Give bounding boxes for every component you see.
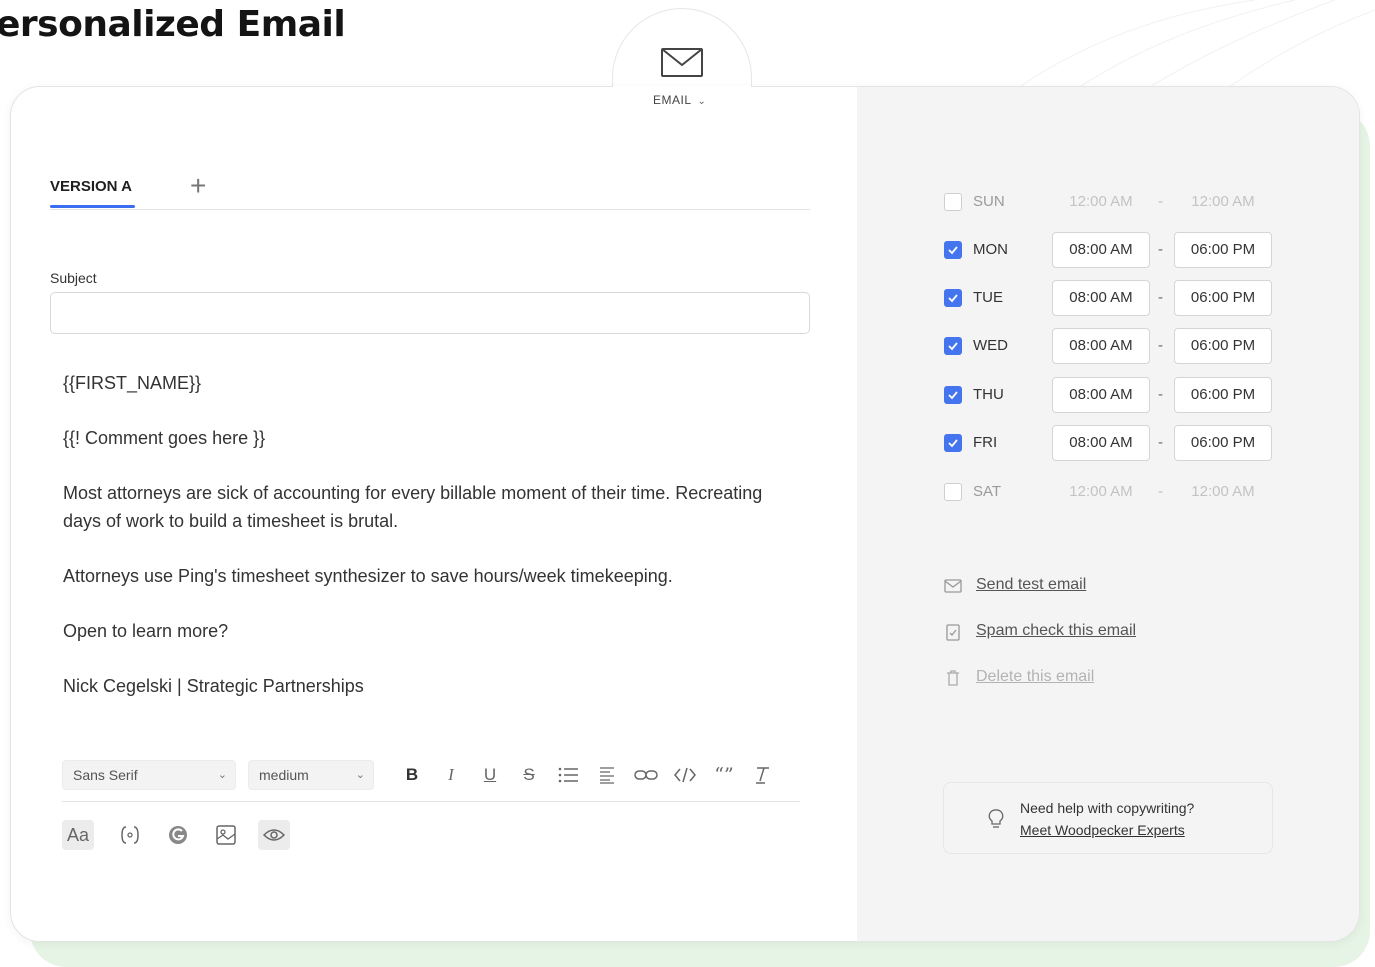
day-label-mon: MON [973, 241, 1008, 258]
day-checkbox-thu[interactable] [944, 386, 962, 404]
time-separator: - [1158, 289, 1163, 306]
channel-label: EMAIL [653, 93, 692, 107]
help-text: Need help with copywriting? [1020, 800, 1195, 816]
day-label-fri: FRI [973, 434, 998, 451]
time-separator: - [1158, 193, 1163, 210]
time-to-thu[interactable]: 06:00 PM [1174, 377, 1272, 413]
meet-experts-link[interactable]: Meet Woodpecker Experts [1020, 822, 1185, 838]
font-case-button[interactable]: Aa [62, 820, 94, 850]
day-checkbox-wed[interactable] [944, 337, 962, 355]
body-line-first-name[interactable]: {{FIRST_NAME}} [63, 370, 201, 397]
channel-dropdown[interactable]: EMAIL ⌄ [653, 93, 706, 107]
day-label-tue: TUE [973, 289, 1003, 306]
day-label-wed: WED [973, 337, 1008, 354]
add-version-icon[interactable]: + [190, 172, 206, 200]
underline-button[interactable]: U [477, 762, 503, 788]
font-size-select[interactable]: medium ⌄ [248, 760, 374, 790]
quote-icon[interactable]: “” [711, 762, 737, 788]
day-checkbox-mon[interactable] [944, 241, 962, 259]
day-label-thu: THU [973, 386, 1004, 403]
italic-button[interactable]: I [438, 762, 464, 788]
time-separator: - [1158, 241, 1163, 258]
schedule-row-mon: MON 08:00 AM - 06:00 PM [944, 232, 1274, 268]
code-icon[interactable] [672, 762, 698, 788]
time-to-wed[interactable]: 06:00 PM [1174, 328, 1272, 364]
lightbulb-icon [988, 809, 1004, 828]
tab-version-a[interactable]: VERSION A [50, 178, 132, 195]
chevron-down-icon: ⌄ [697, 96, 707, 107]
time-separator: - [1158, 337, 1163, 354]
channel-tab-join [613, 86, 751, 90]
time-to-sat: 12:00 AM [1191, 483, 1255, 500]
variables-icon[interactable] [114, 820, 146, 850]
align-left-icon[interactable] [594, 762, 620, 788]
font-size-value: medium [259, 767, 309, 783]
body-line-paragraph-2[interactable]: Attorneys use Ping's timesheet synthesiz… [63, 563, 673, 590]
clipboard-check-icon [946, 624, 960, 641]
time-to-sun: 12:00 AM [1191, 193, 1255, 210]
day-checkbox-fri[interactable] [944, 434, 962, 452]
help-card: Need help with copywriting? Meet Woodpec… [943, 782, 1273, 854]
day-checkbox-sat[interactable] [944, 483, 962, 501]
trash-icon [947, 670, 959, 686]
bullet-list-icon[interactable] [555, 762, 581, 788]
font-family-select[interactable]: Sans Serif ⌄ [62, 760, 236, 790]
active-tab-indicator [50, 205, 135, 208]
subject-input[interactable] [50, 292, 810, 334]
time-to-mon[interactable]: 06:00 PM [1174, 232, 1272, 268]
body-line-paragraph-1[interactable]: Most attorneys are sick of accounting fo… [63, 480, 762, 507]
font-family-value: Sans Serif [73, 767, 138, 783]
time-separator: - [1158, 434, 1163, 451]
time-from-sat: 12:00 AM [1069, 483, 1133, 500]
schedule-row-sat: SAT 12:00 AM - 12:00 AM [944, 474, 1264, 510]
body-line-paragraph-1b[interactable]: days of work to build a timesheet is bru… [63, 508, 398, 535]
schedule-row-tue: TUE 08:00 AM - 06:00 PM [944, 280, 1274, 316]
page: ersonalized Email EMAIL ⌄ VERSION A + Sub… [0, 0, 1375, 967]
spam-check-link[interactable]: Spam check this email [944, 621, 1174, 643]
time-from-thu[interactable]: 08:00 AM [1052, 377, 1150, 413]
delete-email-link[interactable]: Delete this email [944, 667, 1124, 689]
time-separator: - [1158, 386, 1163, 403]
time-from-tue[interactable]: 08:00 AM [1052, 280, 1150, 316]
toolbar-divider [62, 801, 800, 802]
send-test-email-label: Send test email [976, 576, 1087, 593]
time-to-fri[interactable]: 06:00 PM [1174, 425, 1272, 461]
schedule-row-fri: FRI 08:00 AM - 06:00 PM [944, 425, 1274, 461]
send-test-email-link[interactable]: Send test email [944, 575, 1124, 597]
day-checkbox-sun[interactable] [944, 193, 962, 211]
page-title: ersonalized Email [0, 4, 346, 45]
decorative-leaves [1014, 0, 1375, 90]
day-label-sat: SAT [973, 483, 1002, 500]
day-label-sun: SUN [973, 193, 1005, 210]
chevron-down-icon: ⌄ [355, 769, 365, 781]
link-icon[interactable] [633, 762, 659, 788]
schedule-row-thu: THU 08:00 AM - 06:00 PM [944, 377, 1274, 413]
schedule-row-wed: WED 08:00 AM - 06:00 PM [944, 328, 1274, 364]
envelope-icon[interactable] [660, 46, 704, 78]
day-checkbox-tue[interactable] [944, 289, 962, 307]
time-to-tue[interactable]: 06:00 PM [1174, 280, 1272, 316]
chevron-down-icon: ⌄ [217, 769, 227, 781]
time-from-fri[interactable]: 08:00 AM [1052, 425, 1150, 461]
delete-email-label: Delete this email [976, 668, 1095, 685]
subject-label: Subject [50, 270, 97, 286]
clear-format-icon[interactable] [750, 762, 776, 788]
preview-eye-icon[interactable] [258, 820, 290, 850]
tab-divider [50, 209, 810, 210]
spam-check-label: Spam check this email [976, 622, 1137, 639]
schedule-row-sun: SUN 12:00 AM - 12:00 AM [944, 184, 1264, 220]
body-line-question[interactable]: Open to learn more? [63, 618, 228, 645]
time-from-mon[interactable]: 08:00 AM [1052, 232, 1150, 268]
time-separator: - [1158, 483, 1163, 500]
time-from-wed[interactable]: 08:00 AM [1052, 328, 1150, 364]
grammarly-icon[interactable] [162, 820, 194, 850]
body-line-comment[interactable]: {{! Comment goes here }} [63, 425, 265, 452]
envelope-icon [944, 579, 962, 593]
time-from-sun: 12:00 AM [1069, 193, 1133, 210]
image-icon[interactable] [210, 820, 242, 850]
bold-button[interactable]: B [399, 762, 425, 788]
body-line-signature[interactable]: Nick Cegelski | Strategic Partnerships [63, 673, 364, 700]
strikethrough-button[interactable]: S [516, 762, 542, 788]
